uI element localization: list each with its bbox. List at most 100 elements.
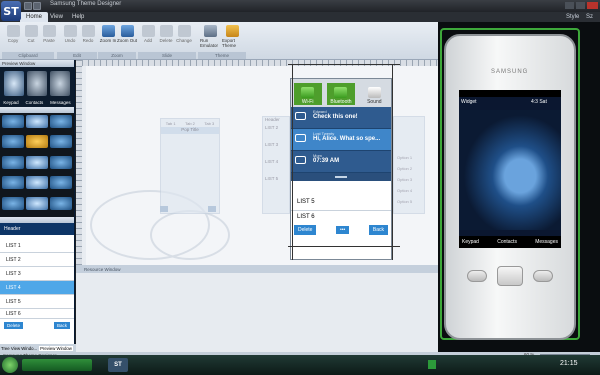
group-edit: Edit [57,52,97,59]
tab-help[interactable]: Help [66,12,90,22]
app-logo[interactable]: ST [1,1,21,21]
contacts-icon[interactable] [26,71,47,96]
zoom-out-icon [120,25,134,37]
menu-icon[interactable] [26,196,48,210]
ghost-search-icon [208,206,216,212]
menu-icon[interactable] [26,176,48,190]
close-icon[interactable] [587,2,598,9]
copy-button[interactable]: Copy [3,25,23,51]
list-preview: LIST 1 LIST 2 LIST 3 LIST 4 LIST 5 LIST … [0,235,74,353]
notification-preview[interactable]: Wi-Fi Bluetooth Sound Edward Check this o… [290,78,392,260]
start-button[interactable] [2,357,18,373]
menu-icon[interactable] [2,176,24,190]
zoom-in-button[interactable]: Zoom In [98,25,118,51]
preview-tab-keypad[interactable]: Keypad [3,100,18,107]
save-icon[interactable] [24,2,32,10]
envelope-icon [295,134,306,142]
list-item[interactable]: LIST 6 [291,211,391,223]
tab-preview-window[interactable]: Preview Window [39,345,73,351]
wifi-toggle[interactable]: Wi-Fi [293,83,322,105]
list-item[interactable]: LIST 5 [291,193,391,211]
add-icon [141,25,155,37]
maximize-icon[interactable] [576,2,585,9]
export-icon [225,25,239,37]
menu-icon[interactable] [2,135,24,149]
call-button[interactable] [467,270,487,282]
end-call-button[interactable] [533,270,553,282]
back-button[interactable]: Back [53,322,70,329]
notification-item[interactable]: Lost Twenty Hi, Alice. What so spe... [291,129,391,151]
undo-icon[interactable] [33,2,41,10]
delete-button[interactable]: Delete [4,322,24,329]
delete-button[interactable]: Delete [294,225,317,235]
menu-icon[interactable] [26,155,48,169]
list-header: Header [0,223,74,235]
list-item[interactable]: LIST 6 [0,309,74,319]
zoom-out-button[interactable]: Zoom Out [117,25,137,51]
change-button[interactable]: Change [174,25,194,51]
preview-tab-messages[interactable]: Messages [50,100,71,107]
taskbar-app-st[interactable]: ST [108,358,128,372]
left-bottom-tabs: Tree View Windo... Preview Window [0,344,76,352]
paste-button[interactable]: Paste [39,25,59,51]
swirl-decoration [150,210,230,260]
ghost-options[interactable]: Option 1 Option 2 Option 3 Option 4 Opti… [393,116,425,214]
phone-clock: 4:3 Sat [531,99,547,105]
widget-label[interactable]: Widget [461,99,477,105]
menu-icon[interactable] [26,115,48,128]
menu-icon[interactable] [26,135,48,149]
emulator-icon [203,25,217,37]
copy-icon [6,25,20,37]
change-icon [177,25,191,37]
softkey-messages[interactable]: Messages [535,239,558,245]
minimize-icon[interactable] [565,2,574,9]
menu-icon[interactable] [2,115,24,128]
menu-icon[interactable] [50,196,72,210]
notification-item[interactable]: Edward Check this one! [291,107,391,129]
preview-window-header: Preview Window [0,60,74,67]
cut-button[interactable]: Cut [21,25,41,51]
back-button[interactable]: Back [368,225,388,235]
menu-icon[interactable] [50,135,72,149]
menu-icon[interactable] [50,176,72,190]
list-item-selected[interactable]: LIST 4 [0,281,74,295]
keypad-icon[interactable] [3,71,24,96]
group-zoom: Zoom [98,52,136,59]
crop-guide [392,64,393,260]
redo-icon [81,25,95,37]
menu-icon[interactable] [2,196,24,210]
export-theme-button[interactable]: Export Theme [222,25,242,51]
drag-handle[interactable] [291,173,391,181]
sound-toggle[interactable]: Sound [360,83,388,105]
messages-icon[interactable] [50,71,71,96]
preview-tab-contacts[interactable]: Contacts [25,100,43,107]
more-button[interactable]: ••• [336,226,350,234]
undo-button[interactable]: Undo [60,25,80,51]
size-menu[interactable]: Sz [580,12,599,22]
list-item[interactable]: LIST 5 [0,295,74,309]
phone-screen[interactable]: Widget 4:3 Sat Keypad Contacts Messages [459,90,561,248]
tray-icon[interactable] [428,360,436,369]
home-button[interactable] [497,266,523,286]
softkey-contacts[interactable]: Contacts [497,239,517,245]
redo-button[interactable]: Redo [78,25,98,51]
tab-tree-view[interactable]: Tree View Windo... [1,346,37,351]
bluetooth-toggle[interactable]: Bluetooth [326,83,355,105]
menu-icon[interactable] [2,155,24,169]
add-button[interactable]: Add [138,25,158,51]
menu-icon[interactable] [50,115,72,128]
notification-item[interactable]: Mom 07:39 AM [291,151,391,173]
delete-button[interactable]: Delete [156,25,176,51]
ghost-list[interactable]: Header LIST 2 LIST 3 LIST 4 LIST 5 [262,116,290,214]
ghost-add-icon [160,206,168,212]
menu-icon[interactable] [50,155,72,169]
list-item[interactable]: LIST 1 [0,239,74,253]
phone-softkeys: Keypad Contacts Messages [459,236,561,248]
delete-icon [159,25,173,37]
list-item[interactable]: LIST 3 [0,267,74,281]
run-emulator-button[interactable]: Run Emulator [200,25,220,51]
list-item[interactable]: LIST 2 [0,253,74,267]
phone-brand: SAMSUNG [491,69,529,75]
ghost-popup[interactable]: Tab 1 Tab 2 Tab 3 Pop Title [160,118,220,214]
softkey-keypad[interactable]: Keypad [462,239,479,245]
